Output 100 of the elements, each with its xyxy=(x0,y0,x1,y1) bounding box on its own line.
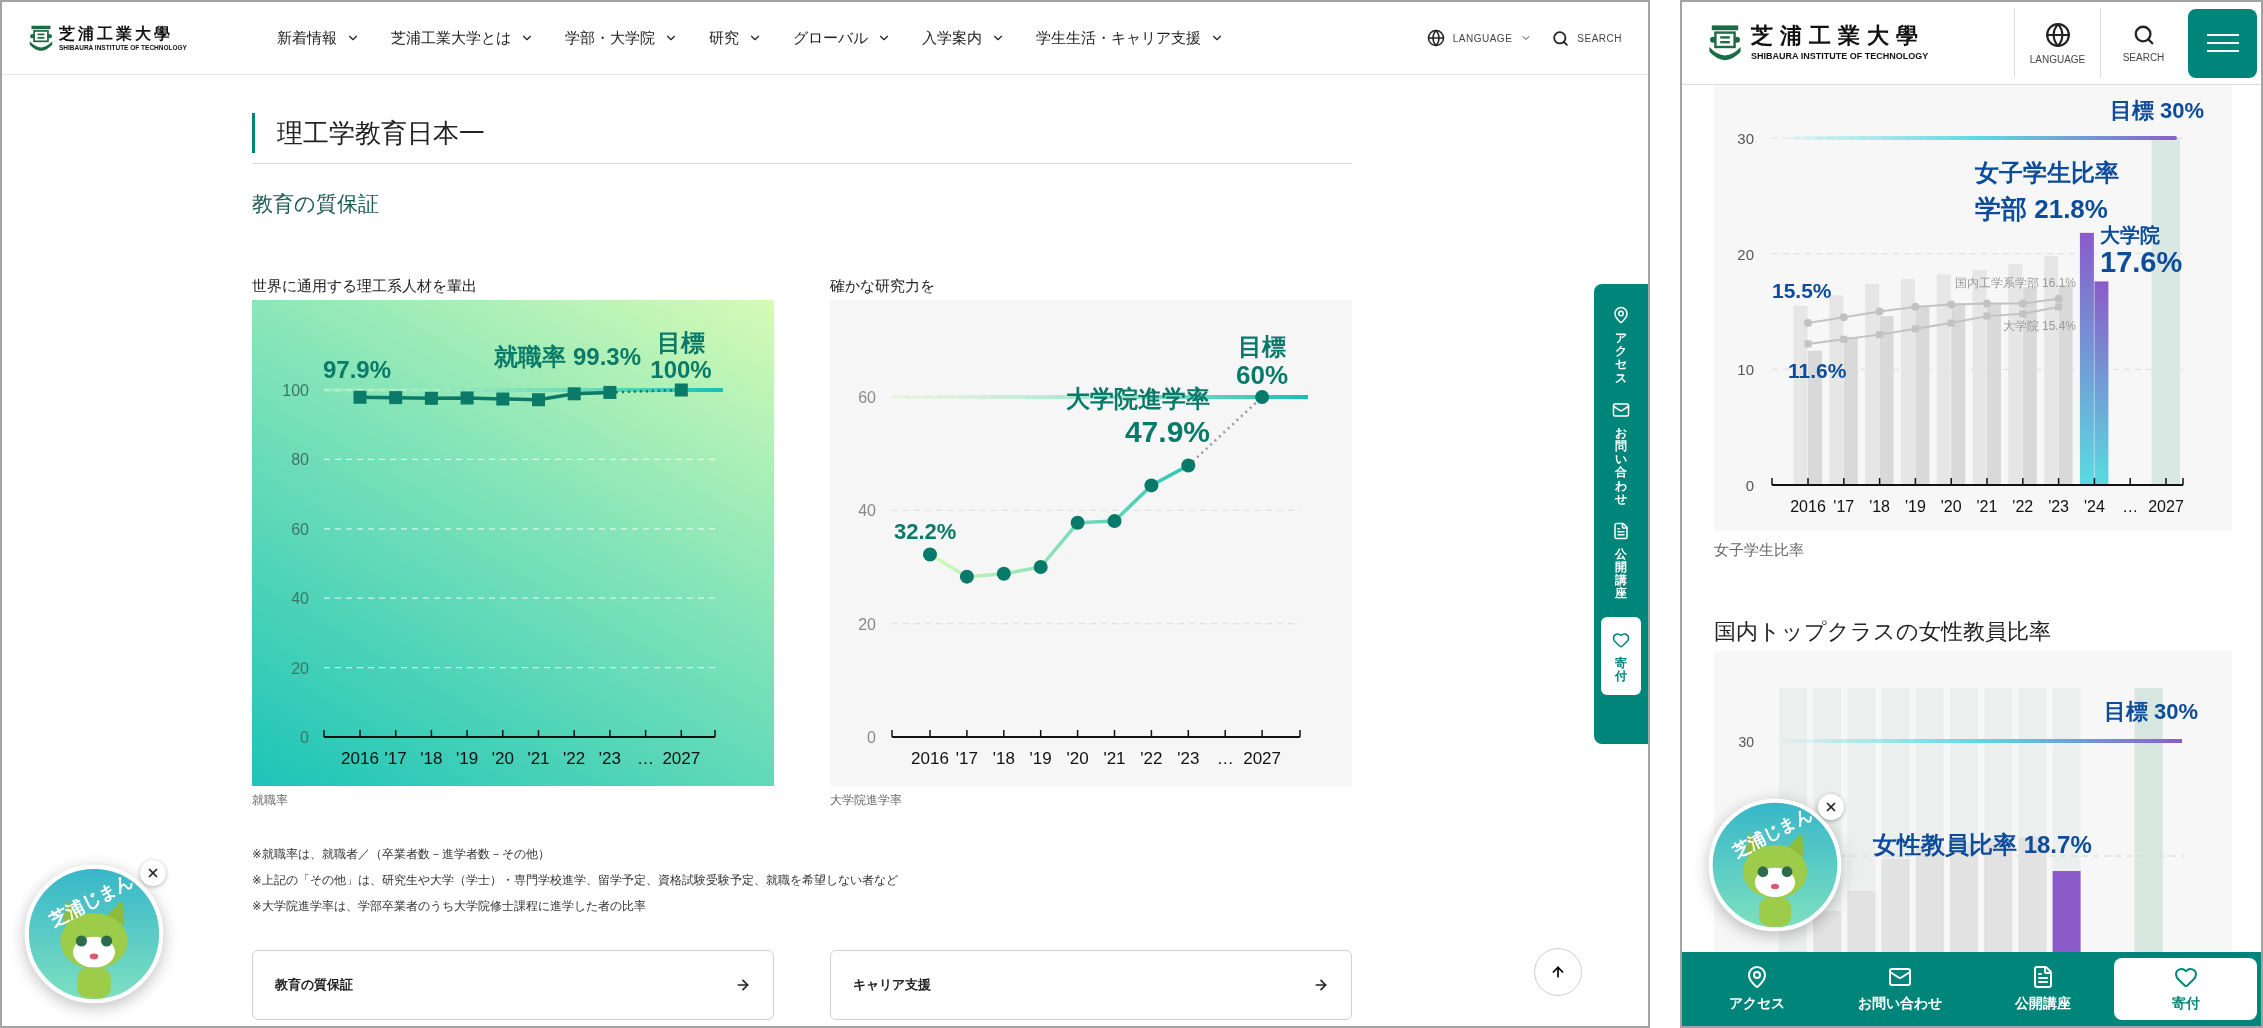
axis-tick-label: 80 xyxy=(291,451,309,469)
point xyxy=(1839,313,1848,322)
axis-tick-label: 20 xyxy=(1737,245,1754,263)
heart-icon xyxy=(1612,630,1630,649)
point xyxy=(1911,325,1919,333)
value-label: 目標 30% xyxy=(2109,98,2204,123)
axis-tick-label: 2016 xyxy=(1790,498,1826,515)
chart-caption: 就職率 xyxy=(252,792,289,808)
axis-tick-label: '21 xyxy=(1976,498,1998,515)
axis-tick-label: '18 xyxy=(992,749,1015,768)
crest-logo-icon xyxy=(28,23,54,53)
axis-tick-label: 60 xyxy=(858,389,876,406)
bottom-nav-item[interactable]: 寄付 xyxy=(2114,958,2257,1020)
axis-tick-label: '23 xyxy=(2048,498,2070,515)
axis-tick-label: '18 xyxy=(1869,498,1891,515)
axis-tick-label: 0 xyxy=(867,729,876,746)
link-card[interactable]: 教育の質保証 xyxy=(252,950,774,1020)
axis-tick-label: '17 xyxy=(955,749,978,768)
mail-icon xyxy=(1612,400,1630,419)
close-button[interactable] xyxy=(140,860,166,886)
axis-tick-label: 2016 xyxy=(911,749,949,768)
axis-tick-label: '24 xyxy=(2083,498,2105,515)
footnote: ※上記の「その他」は、研究生や大学（学士）・専門学校進学、留学予定、資格試験受験予定、就職を希望しない者など xyxy=(252,873,899,889)
nav-item[interactable]: 研究 xyxy=(708,28,762,48)
axis-tick-label: 20 xyxy=(291,659,309,677)
document-icon xyxy=(1612,521,1630,540)
arrow-right-icon xyxy=(735,977,751,993)
mascot-label: 芝浦じまん xyxy=(1729,804,1815,862)
globe-icon xyxy=(1426,29,1445,47)
pin-icon xyxy=(1612,306,1630,324)
search-button[interactable]: SEARCH xyxy=(1552,29,1622,47)
footnote: ※大学院進学率は、学部卒業者のうち大学院修士課程に進学した者の比率 xyxy=(252,899,647,914)
point xyxy=(1983,299,1991,308)
search-button[interactable]: SEARCH xyxy=(2100,8,2186,78)
close-icon xyxy=(1824,800,1838,814)
point xyxy=(2054,294,2063,303)
logo-title[interactable]: 芝浦工業大學 xyxy=(59,25,187,43)
point xyxy=(1947,300,1956,309)
axis-tick-label: '20 xyxy=(1940,498,1962,515)
nav-item[interactable]: 学部・大学院 xyxy=(564,28,678,48)
axis-tick-label: '17 xyxy=(384,749,407,768)
value-label: 国内工学系学部 16.1% xyxy=(1954,276,2076,290)
axis-tick-label: 60 xyxy=(291,520,309,538)
crest-logo-icon xyxy=(1707,23,1743,63)
axis-tick-label: … xyxy=(1216,749,1234,768)
chart-caption: 大学院進学率 xyxy=(830,792,903,808)
nav-item[interactable]: グローバル xyxy=(792,28,891,48)
value-label: 11.6% xyxy=(1788,359,1847,382)
point xyxy=(1983,312,1991,320)
axis-tick-label: 2027 xyxy=(2148,498,2184,515)
axis-tick-label: 30 xyxy=(1738,734,1754,750)
side-tab[interactable]: アクセス xyxy=(1601,306,1641,385)
language-button[interactable]: LANGUAGE xyxy=(1426,29,1533,47)
point xyxy=(1840,335,1848,343)
point xyxy=(1875,307,1884,316)
logo-title[interactable]: 芝浦工業大學 xyxy=(1751,24,1929,49)
mail-icon xyxy=(1888,965,1913,989)
heart-icon xyxy=(2173,965,2198,989)
footnote: ※就職率は、就職者／（卒業者数－進学者数－その他） xyxy=(252,847,551,862)
axis-tick-label: '23 xyxy=(1177,749,1200,768)
bottom-nav-item[interactable]: アクセス xyxy=(1686,958,1829,1020)
language-button[interactable]: LANGUAGE xyxy=(2014,8,2100,78)
value-label: 47.9% xyxy=(1124,415,1210,448)
side-tab[interactable]: 寄付 xyxy=(1601,616,1641,695)
menu-icon xyxy=(2206,33,2239,53)
value-label: 97.9% xyxy=(323,356,392,383)
axis-tick-label: '19 xyxy=(1904,498,1926,515)
nav-item[interactable]: 芝浦工業大学とは xyxy=(390,28,534,48)
menu-button[interactable] xyxy=(2188,8,2257,78)
bar xyxy=(1813,911,1842,954)
globe-icon xyxy=(2044,21,2071,48)
axis-tick-label: 100 xyxy=(282,382,309,399)
bottom-nav-item[interactable]: お問い合わせ xyxy=(1828,958,1972,1020)
value-label: 17.6% xyxy=(2100,246,2183,278)
nav-item[interactable]: 新着情報 xyxy=(276,28,360,48)
bar xyxy=(1847,891,1876,954)
section-title: 国内トップクラスの女性教員比率 xyxy=(1714,618,2052,646)
axis-tick-label: … xyxy=(2122,498,2139,515)
side-tab[interactable]: 公開講座 xyxy=(1601,521,1641,601)
value-label: 15.5% xyxy=(1772,279,1832,302)
side-tab[interactable]: お問い合わせ xyxy=(1601,400,1641,506)
logo-subtitle: SHIBAURA INSTITUTE OF TECHNOLOGY xyxy=(1751,51,1929,62)
axis-tick-label: '21 xyxy=(527,749,550,768)
value-label: 32.2% xyxy=(894,519,957,544)
point xyxy=(2019,310,2027,318)
chart-caption: 女子学生比率 xyxy=(1714,540,1805,560)
nav-item[interactable]: 入学案内 xyxy=(921,28,1005,48)
value-label: 目標 30% xyxy=(2103,699,2198,724)
chart-title: 確かな研究力を xyxy=(830,276,936,296)
point xyxy=(2018,299,2027,308)
bottom-nav-item[interactable]: 公開講座 xyxy=(1971,958,2115,1020)
axis-tick-label: '23 xyxy=(598,749,621,768)
axis-tick-label: '18 xyxy=(420,749,443,768)
value-label: 大学院 xyxy=(2100,224,2160,246)
arrow-right-icon xyxy=(1313,977,1329,993)
nav-item[interactable]: 学生生活・キャリア支援 xyxy=(1035,28,1224,48)
value-label: 女性教員比率 18.7% xyxy=(1873,831,2092,858)
link-card[interactable]: キャリア支援 xyxy=(830,950,1352,1020)
point xyxy=(1876,331,1884,339)
point xyxy=(1947,319,1955,327)
